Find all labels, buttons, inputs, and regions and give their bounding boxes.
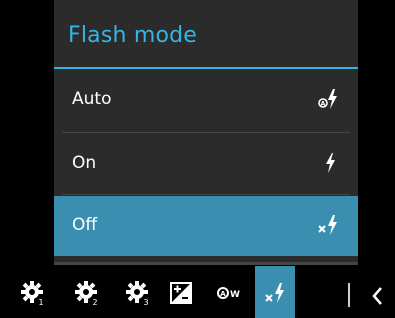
custom-setting-1-button[interactable]: 1 [12, 266, 52, 318]
camera-settings-screen: Flash mode Auto A On Off 1 2 3 A W [0, 0, 395, 318]
custom-setting-2-button[interactable]: 2 [66, 266, 106, 318]
flash-off-icon [265, 283, 284, 303]
flash-on-icon [316, 150, 342, 176]
flash-auto-icon: A [316, 86, 342, 112]
svg-text:1: 1 [38, 298, 43, 306]
option-divider [62, 194, 350, 195]
flash-option-auto[interactable]: Auto A [54, 70, 358, 130]
flash-option-on[interactable]: On [54, 134, 358, 194]
svg-text:A: A [321, 101, 326, 108]
custom-setting-1-icon: 1 [21, 281, 44, 306]
camera-settings-bar: 1 2 3 A W [0, 266, 395, 318]
custom-setting-2-icon: 2 [75, 281, 98, 306]
custom-setting-3-icon: 3 [126, 281, 149, 306]
exposure-compensation-button[interactable] [160, 266, 200, 318]
popup-title-bar: Flash mode [54, 0, 358, 69]
option-label: Off [72, 215, 98, 235]
popup-bottom-divider [54, 262, 358, 265]
flash-mode-button[interactable] [255, 266, 295, 318]
option-label: Auto [72, 89, 112, 109]
svg-text:W: W [230, 290, 240, 300]
popup-title: Flash mode [68, 23, 198, 48]
bar-separator [348, 283, 350, 307]
exposure-compensation-icon [170, 282, 192, 304]
collapse-settings-button[interactable] [366, 280, 390, 312]
flash-off-icon [316, 212, 342, 238]
svg-text:2: 2 [92, 298, 97, 306]
white-balance-auto-icon: A W [217, 287, 240, 300]
chevron-left-icon [372, 287, 382, 305]
flash-option-off[interactable]: Off [54, 196, 358, 256]
flash-mode-popup: Flash mode Auto A On Off [54, 0, 358, 265]
option-label: On [72, 153, 97, 173]
white-balance-button[interactable]: A W [208, 266, 248, 318]
custom-setting-3-button[interactable]: 3 [117, 266, 157, 318]
option-divider [62, 132, 350, 133]
title-divider [54, 67, 358, 69]
svg-text:3: 3 [143, 298, 148, 306]
svg-text:A: A [220, 290, 226, 298]
